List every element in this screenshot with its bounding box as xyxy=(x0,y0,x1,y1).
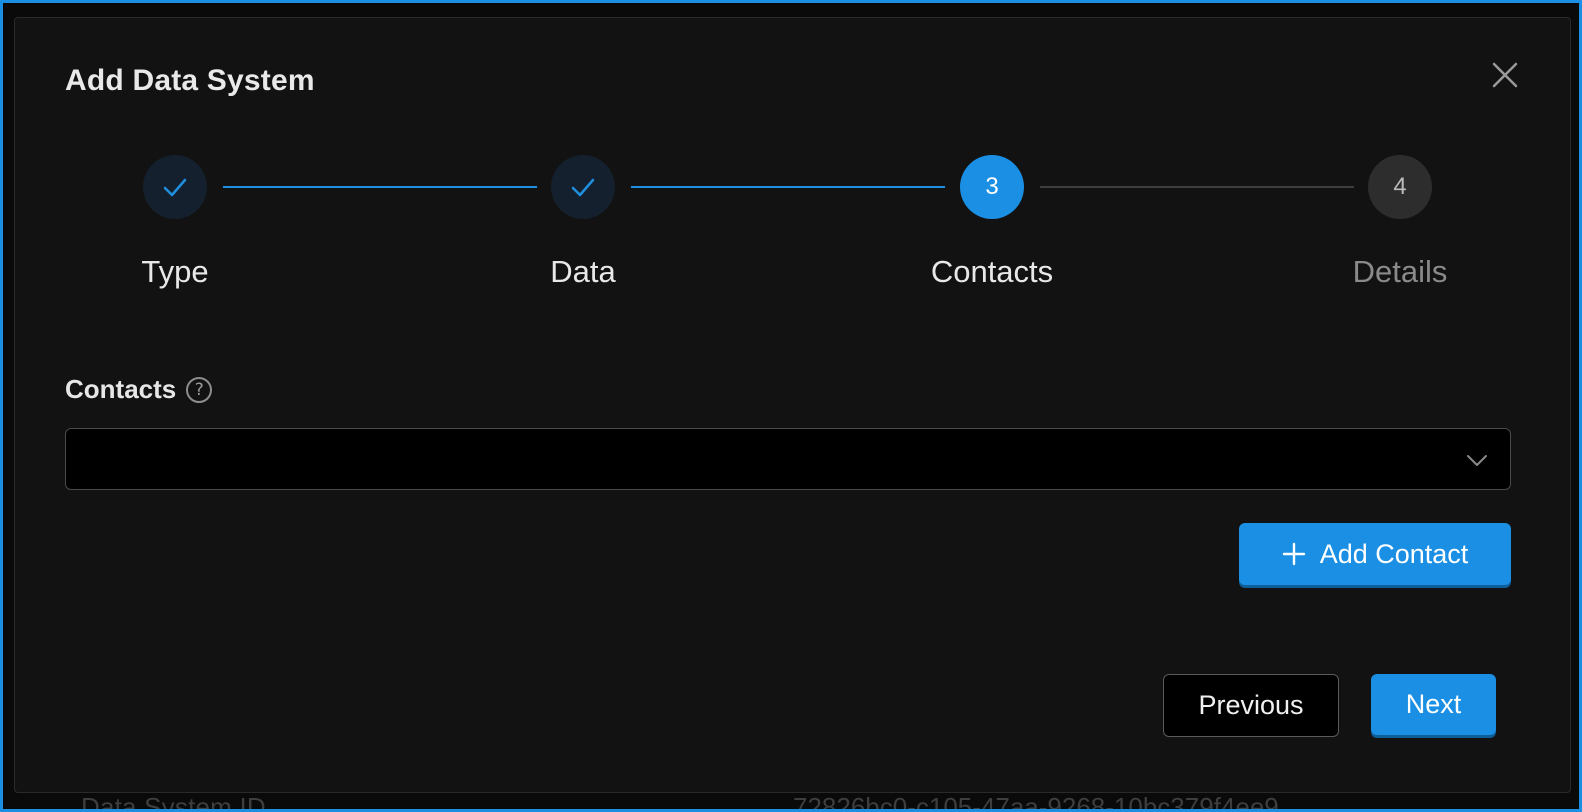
contacts-field-label: Contacts ? xyxy=(65,374,213,405)
background-row-label: Data System ID xyxy=(81,792,266,812)
check-icon xyxy=(163,178,187,197)
step-3-label: Contacts xyxy=(930,254,1054,289)
step-1-label: Type xyxy=(141,254,209,289)
check-icon xyxy=(571,178,595,197)
step-4-label: Details xyxy=(1352,254,1448,289)
step-1-circle xyxy=(143,155,207,219)
chevron-down-icon xyxy=(1467,455,1487,466)
step-4-number: 4 xyxy=(1393,173,1407,200)
step-3-number: 3 xyxy=(985,173,999,200)
add-contact-button[interactable]: Add Contact xyxy=(1239,523,1511,585)
help-icon[interactable]: ? xyxy=(186,376,213,403)
add-contact-label: Add Contact xyxy=(1319,538,1469,569)
add-data-system-modal: Add Data System Type Data 3 Contacts 4 D… xyxy=(14,17,1571,793)
plus-icon xyxy=(1282,542,1305,566)
step-connector-1 xyxy=(223,186,537,188)
step-3-circle: 3 xyxy=(960,155,1024,219)
app-frame: Data System ID 72826bc0-c105-47aa-9268-1… xyxy=(0,0,1582,812)
step-2-label: Data xyxy=(550,254,616,289)
next-button[interactable]: Next xyxy=(1371,674,1496,735)
previous-button[interactable]: Previous xyxy=(1163,674,1339,737)
background-row-value: 72826bc0-c105-47aa-9268-10bc379f4ee9 xyxy=(793,792,1279,812)
contacts-select[interactable] xyxy=(65,428,1511,490)
contacts-label: Contacts xyxy=(65,374,177,404)
step-4-circle: 4 xyxy=(1368,155,1432,219)
step-connector-3 xyxy=(1040,186,1354,188)
stepper: Type Data 3 Contacts 4 Details xyxy=(15,18,1570,318)
step-connector-2 xyxy=(631,186,945,188)
step-2-circle xyxy=(551,155,615,219)
